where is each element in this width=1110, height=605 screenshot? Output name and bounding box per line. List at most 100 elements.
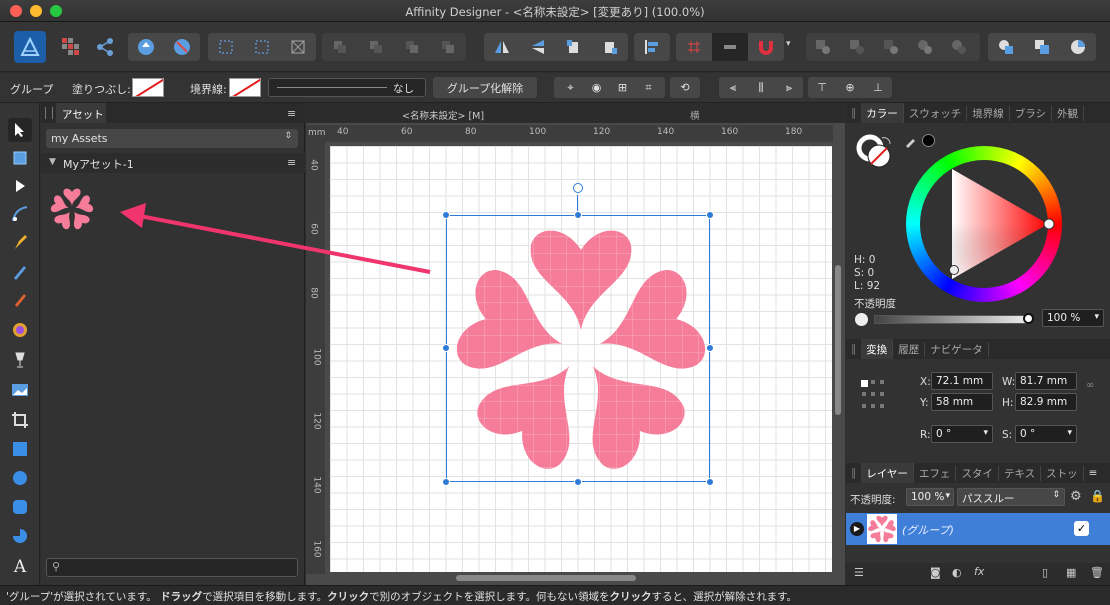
opacity-slider-thumb[interactable] xyxy=(1023,313,1034,324)
handle-top-left[interactable] xyxy=(442,211,450,219)
opacity-field[interactable]: 100 % ▾ xyxy=(1042,309,1104,327)
layers-stack-icon[interactable]: ☰ xyxy=(854,566,864,579)
handle-right[interactable] xyxy=(706,344,714,352)
boolean-xor-icon[interactable] xyxy=(908,33,942,61)
arrange-back-icon[interactable] xyxy=(322,33,358,61)
tab-stock[interactable]: ストッ xyxy=(1041,465,1084,481)
handle-left[interactable] xyxy=(442,344,450,352)
rotate-handle[interactable] xyxy=(573,183,583,193)
crop-tool-icon[interactable] xyxy=(8,408,32,432)
arrange-backward-icon[interactable] xyxy=(358,33,394,61)
asset-category-header[interactable]: ▼ Myアセット-1 ≡ xyxy=(41,153,305,173)
fill-tool-icon[interactable] xyxy=(8,318,32,342)
tab-history[interactable]: 履歴 xyxy=(893,341,926,357)
align-bottom-icon[interactable]: ⊥ xyxy=(864,81,892,94)
tab-navigator[interactable]: ナビゲータ xyxy=(925,341,989,357)
align-left-icon[interactable]: ⫷ xyxy=(719,81,747,95)
stroke-width-slider[interactable]: なし xyxy=(268,78,426,97)
boolean-intersect-icon[interactable] xyxy=(874,33,908,61)
tab-text-styles[interactable]: テキス xyxy=(999,465,1042,481)
stroke-swatch[interactable] xyxy=(229,78,261,97)
pixel-persona-icon[interactable] xyxy=(61,37,81,57)
magnet-icon[interactable] xyxy=(748,33,784,61)
y-position-field[interactable]: 58 mm xyxy=(931,393,993,411)
place-image-tool-icon[interactable] xyxy=(8,378,32,402)
corner-tool-icon[interactable] xyxy=(8,202,32,226)
snapping-toggle-icon[interactable] xyxy=(712,33,748,61)
panel-grip-icon[interactable] xyxy=(45,107,53,119)
rounded-rectangle-tool-icon[interactable] xyxy=(8,495,32,519)
layer-visibility-checkbox[interactable]: ✓ xyxy=(1074,521,1089,536)
layer-opacity-dropdown-icon[interactable]: ▾ xyxy=(945,491,950,501)
panel-grip-icon[interactable]: ‖ xyxy=(846,467,861,479)
lock-icon[interactable]: 🔒 xyxy=(1090,489,1105,503)
snap-icon[interactable]: ⊞ xyxy=(610,81,636,94)
select-all-icon[interactable] xyxy=(208,33,244,61)
tab-effects[interactable]: エフェ xyxy=(914,465,957,481)
fx-icon[interactable]: fx xyxy=(974,565,984,578)
target-icon[interactable]: ⌖ xyxy=(558,81,584,95)
height-field[interactable]: 82.9 mm xyxy=(1015,393,1077,411)
pencil-tool-icon[interactable] xyxy=(8,260,32,284)
snapping-grid-icon[interactable] xyxy=(676,33,712,61)
width-field[interactable]: 81.7 mm xyxy=(1015,372,1077,390)
view-mode-icon[interactable] xyxy=(128,33,164,61)
rotation-dropdown-icon[interactable]: ▾ xyxy=(983,428,988,438)
layer-row-group[interactable]: ▶ (グループ) ✓ xyxy=(846,513,1110,545)
brush-tool-icon[interactable] xyxy=(8,288,32,312)
flip-horizontal-icon[interactable] xyxy=(484,33,520,61)
arrange-front-icon[interactable] xyxy=(430,33,466,61)
handle-top-right[interactable] xyxy=(706,211,714,219)
handle-bottom[interactable] xyxy=(574,478,582,486)
align-top-icon[interactable]: ⊤ xyxy=(808,81,836,94)
arrange-forward-icon[interactable] xyxy=(394,33,430,61)
pie-tool-icon[interactable] xyxy=(8,524,32,548)
handle-bottom-right[interactable] xyxy=(706,478,714,486)
tab-layers[interactable]: レイヤー xyxy=(861,463,914,483)
rotate-left-icon[interactable] xyxy=(556,33,592,61)
deselect-icon[interactable] xyxy=(244,33,280,61)
opacity-dropdown-icon[interactable]: ▾ xyxy=(1094,312,1099,322)
text-tool-icon[interactable]: A xyxy=(8,555,32,579)
tab-assets[interactable]: アセット xyxy=(56,103,106,123)
add-layer-icon[interactable]: ▯ xyxy=(1042,566,1048,579)
insert-top-icon[interactable] xyxy=(1024,33,1060,61)
insert-inside-icon[interactable] xyxy=(1060,33,1096,61)
tab-brushes[interactable]: ブラシ xyxy=(1010,105,1053,121)
shear-field[interactable]: 0 ° ▾ xyxy=(1015,425,1077,443)
rotate-right-icon[interactable] xyxy=(592,33,628,61)
panel-menu-icon[interactable]: ≡ xyxy=(287,107,296,120)
align-icon[interactable] xyxy=(634,33,670,61)
layers-menu-icon[interactable]: ≡ xyxy=(1084,467,1103,479)
tab-styles[interactable]: スタイ xyxy=(956,465,999,481)
fill-stroke-selector[interactable] xyxy=(856,134,896,170)
align-right-icon[interactable]: ⫸ xyxy=(775,81,803,95)
mask-icon[interactable]: ◙ xyxy=(930,566,941,579)
x-position-field[interactable]: 72.1 mm xyxy=(931,372,993,390)
delete-layer-icon[interactable]: 🗑 xyxy=(1090,566,1104,579)
align-middle-icon[interactable]: ⊕ xyxy=(836,81,864,94)
refresh-icon[interactable]: ⟲ xyxy=(670,77,700,98)
node-tool-icon[interactable] xyxy=(8,174,32,198)
ellipse-tool-icon[interactable] xyxy=(8,466,32,490)
panel-grip-icon[interactable]: ‖ xyxy=(846,343,861,355)
boolean-divide-icon[interactable] xyxy=(942,33,976,61)
snapping-dropdown-icon[interactable]: ▾ xyxy=(786,39,798,53)
panel-grip-icon[interactable]: ‖ xyxy=(846,107,861,119)
crop-icon[interactable]: ⌗ xyxy=(636,81,662,95)
flip-vertical-icon[interactable] xyxy=(520,33,556,61)
boolean-subtract-icon[interactable] xyxy=(840,33,874,61)
asset-search-input[interactable]: ⚲ xyxy=(46,558,298,577)
blend-mode-select[interactable]: パススルー ⇕ xyxy=(957,488,1065,506)
invert-selection-icon[interactable] xyxy=(280,33,316,61)
tab-swatches[interactable]: スウォッチ xyxy=(904,105,968,121)
artboard-tool-icon[interactable] xyxy=(8,146,32,170)
color-wheel[interactable] xyxy=(906,146,1062,302)
disclosure-triangle-icon[interactable]: ▼ xyxy=(49,157,56,167)
rotation-field[interactable]: 0 ° ▾ xyxy=(931,425,993,443)
tab-appearance[interactable]: 外観 xyxy=(1052,105,1085,121)
move-tool-icon[interactable] xyxy=(8,118,32,142)
anchor-selector[interactable] xyxy=(860,378,886,412)
category-menu-icon[interactable]: ≡ xyxy=(287,156,296,169)
fill-swatch[interactable] xyxy=(132,78,164,97)
